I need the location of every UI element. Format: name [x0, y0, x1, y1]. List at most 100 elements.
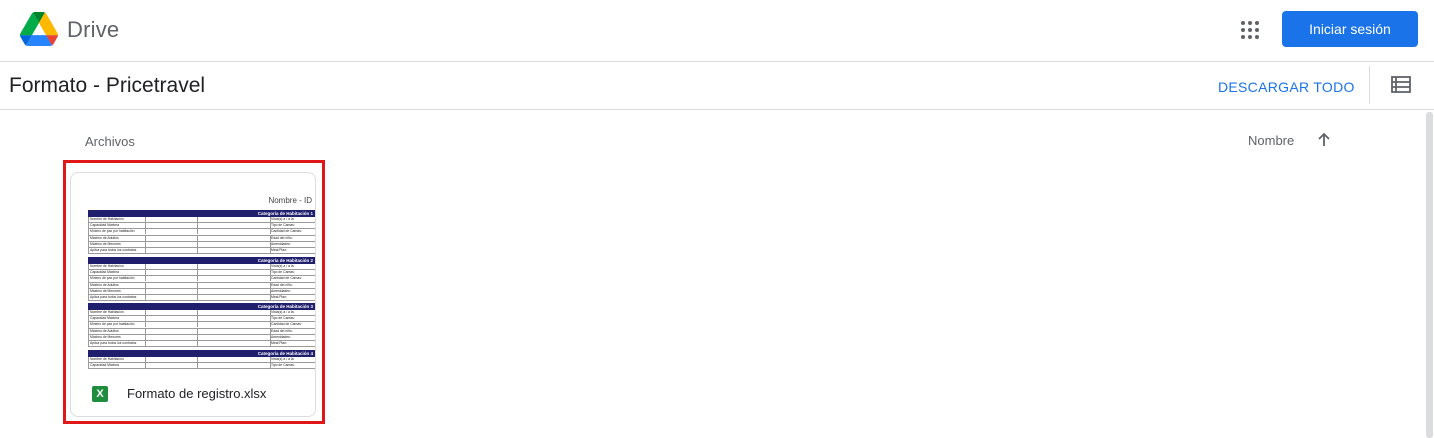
sheet-row-field: Vista(s) a / a la: — [271, 217, 295, 221]
sheet-category-block: Categoría de Habitación 3 Nombre de Habit… — [88, 303, 315, 348]
sheet-cell-divider — [197, 316, 198, 322]
sheet-category-block: Categoría de Habitación 4 Nombre de Habit… — [88, 350, 315, 370]
sheet-row-field: Meal Plan: — [271, 340, 288, 345]
sheet-cell-divider — [197, 229, 198, 235]
sheet-row-field: Tipo de Camas: — [271, 316, 295, 321]
folder-title: Formato - Pricetravel — [9, 74, 206, 97]
sheet-row-field: Cantidad de Camas: — [271, 322, 302, 327]
vertical-scrollbar[interactable] — [1426, 112, 1433, 438]
sheet-row-label: Máximo de Menores — [90, 288, 121, 293]
google-drive-logo[interactable] — [20, 12, 58, 46]
sheet-category-block: Categoría de Habitación 1 Nombre de Habit… — [88, 210, 315, 255]
sheet-cell-divider — [197, 241, 198, 247]
sheet-row-label: Aplica para todos los contratos — [90, 294, 137, 299]
sheet-row-field: Amenidades: — [271, 334, 291, 339]
sheet-cell-divider — [145, 217, 146, 222]
sheet-category-title: Categoría de Habitación 1 — [88, 210, 315, 217]
sign-in-button[interactable]: Iniciar sesión — [1282, 11, 1418, 47]
sheet-cell-divider — [145, 282, 146, 288]
sheet-row-field: Edad del niño: — [271, 328, 293, 333]
sheet-row-field: Cantidad de Camas: — [271, 276, 302, 281]
sheet-row-label: Nombre de Habitación — [90, 310, 124, 314]
sheet-row-label: Aplica para todos los contratos — [90, 340, 137, 345]
sheet-cell-divider — [145, 316, 146, 322]
apps-grid-icon[interactable] — [1236, 16, 1264, 44]
sheet-cell-divider — [197, 223, 198, 229]
sheet-category-title: Categoría de Habitación 3 — [88, 303, 315, 310]
sheet-row-field: Meal Plan: — [271, 294, 288, 299]
top-app-bar: Drive Iniciar sesión — [0, 0, 1434, 62]
app-brand-name: Drive — [67, 17, 120, 42]
sheet-row-field: Tipo de Camas: — [271, 223, 295, 228]
list-view-icon[interactable] — [1391, 76, 1413, 96]
sheet-row-label: Nombre de Habitación — [90, 264, 124, 268]
folder-header: Formato - Pricetravel DESCARGAR TODO — [0, 62, 1434, 110]
sort-by-name-button[interactable]: Nombre — [1248, 133, 1294, 148]
sheet-cell-divider — [145, 270, 146, 276]
sheet-row-label: Aplica para todos los contratos — [90, 247, 137, 252]
sheet-cell-divider — [145, 235, 146, 241]
sheet-cell-divider — [145, 357, 146, 362]
sheet-row-label: Máximo de Menores — [90, 334, 121, 339]
sheet-row: Aplica para todos los contratos Meal Plan… — [88, 294, 315, 302]
sheet-category-title: Categoría de Habitación 4 — [88, 350, 315, 357]
sheet-cell-divider — [197, 294, 198, 300]
sheet-row-field: Amenidades: — [271, 288, 291, 293]
file-card-footer: X Formato de registro.xlsx — [71, 373, 315, 413]
sheet-row-label: Capacidad Máxima — [90, 223, 120, 228]
sheet-row-field: Vista(s) a / a la: — [271, 357, 295, 361]
sheet-category-block: Categoría de Habitación 2 Nombre de Habit… — [88, 257, 315, 302]
sheet-cell-divider — [145, 276, 146, 282]
sheet-cell-divider — [145, 334, 146, 340]
sheet-cell-divider — [145, 322, 146, 328]
divider — [1369, 66, 1370, 104]
sheet-row-label: Mínimo de pax por habitación — [90, 276, 135, 281]
sheet-cell-divider — [197, 264, 198, 269]
sheet-cell-divider — [197, 247, 198, 253]
sheet-cell-divider — [145, 363, 146, 369]
sheet-row-field: Tipo de Camas: — [271, 363, 295, 368]
sheet-row-field: Amenidades: — [271, 241, 291, 246]
sheet-cell-divider — [145, 229, 146, 235]
sheet-row-label: Capacidad Máxima — [90, 270, 120, 275]
sheet-cell-divider — [145, 247, 146, 253]
sheet-cell-divider — [197, 322, 198, 328]
sheet-row-label: Nombre de Habitación — [90, 357, 124, 361]
sheet-row-label: Nombre de Habitación — [90, 217, 124, 221]
sheet-category-title: Categoría de Habitación 2 — [88, 257, 315, 264]
sheet-cell-divider — [197, 288, 198, 294]
sheet-cell-divider — [197, 328, 198, 334]
sheet-cell-divider — [197, 276, 198, 282]
sheet-row-label: Capacidad Máxima — [90, 316, 120, 321]
sheet-cell-divider — [197, 310, 198, 315]
sheet-cell-divider — [145, 328, 146, 334]
sheet-row-label: Mínimo de pax por habitación — [90, 322, 135, 327]
sheet-cell-divider — [145, 340, 146, 346]
files-section-label: Archivos — [85, 134, 135, 149]
sheet-cell-divider — [145, 241, 146, 247]
sheet-cell-divider — [197, 363, 198, 369]
sheet-cell-divider — [197, 334, 198, 340]
sheet-row-label: Máximo de Adultos — [90, 235, 119, 240]
sheet-cell-divider — [197, 235, 198, 241]
sheet-row-field: Tipo de Camas: — [271, 270, 295, 275]
download-all-button[interactable]: DESCARGAR TODO — [1218, 79, 1355, 95]
file-card[interactable]: Nombre - ID Categoría de Habitación 1 Nom… — [70, 172, 316, 417]
xlsx-icon: X — [92, 386, 108, 402]
sheet-row-field: Meal Plan: — [271, 247, 288, 252]
sheet-row-field: Edad del niño: — [271, 282, 293, 287]
sheet-cell-divider — [145, 288, 146, 294]
arrow-up-icon[interactable] — [1315, 131, 1333, 149]
sheet-cell-divider — [197, 282, 198, 288]
sheet-row-label: Capacidad Máxima — [90, 363, 120, 368]
sheet-cell-divider — [145, 264, 146, 269]
sheet-row-field: Vista(s) a / a la: — [271, 264, 295, 268]
sheet-row-label: Mínimo de pax por habitación — [90, 229, 135, 234]
sheet-row-label: Máximo de Adultos — [90, 328, 119, 333]
sheet-row-field: Vista(s) a / a la: — [271, 310, 295, 314]
file-thumbnail: Nombre - ID Categoría de Habitación 1 Nom… — [71, 173, 315, 370]
sheet-row-label: Máximo de Adultos — [90, 282, 119, 287]
sheet-row-field: Edad del niño: — [271, 235, 293, 240]
sheet-row: Capacidad Máxima Tipo de Camas: — [88, 363, 315, 370]
sheet-cell-divider — [197, 270, 198, 276]
